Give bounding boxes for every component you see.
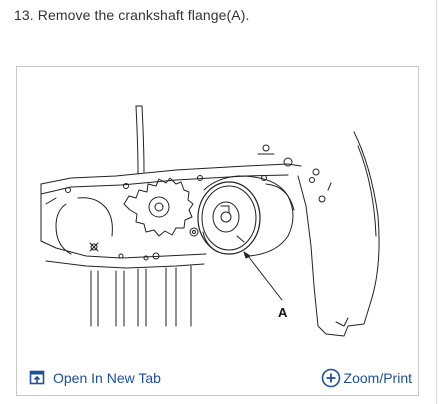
callout-leader-line [247, 255, 283, 301]
step-instruction: 13. Remove the crankshaft flange(A). [14, 7, 250, 23]
sprocket-gear [123, 177, 194, 237]
open-tab-icon [29, 370, 45, 385]
callout-label-a: A [278, 305, 288, 320]
figure-footer: Open In New Tab Zoom/Print [17, 366, 418, 395]
crankshaft-flange-diagram[interactable]: A [26, 86, 411, 356]
open-in-new-tab-link[interactable]: Open In New Tab [29, 370, 161, 386]
zoom-print-label: Zoom/Print [343, 370, 412, 386]
engine-block-outline [40, 163, 302, 185]
oil-pan-outline [40, 240, 207, 259]
zoom-plus-icon [321, 368, 340, 388]
open-in-new-tab-label: Open In New Tab [53, 370, 161, 386]
page-edge-divider [436, 0, 437, 404]
crankshaft-flange [197, 181, 261, 255]
zoom-print-link[interactable]: Zoom/Print [321, 368, 412, 388]
timing-cover-outline [297, 131, 380, 337]
